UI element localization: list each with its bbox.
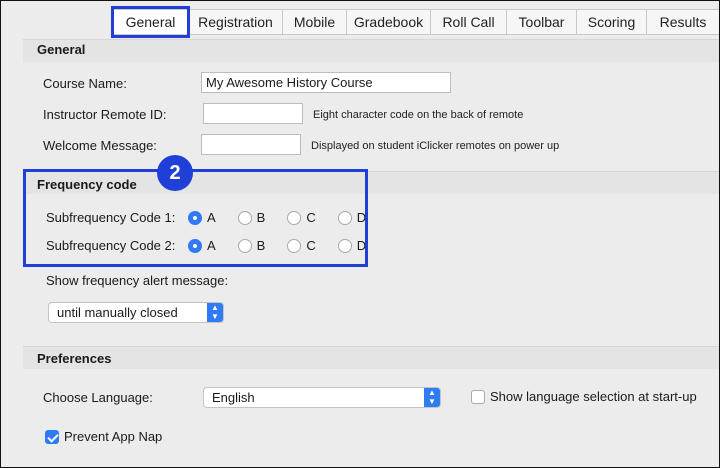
instructor-remote-id-label: Instructor Remote ID: <box>43 107 167 122</box>
checkbox-icon[interactable] <box>471 389 485 404</box>
code1-option-a[interactable]: A <box>188 210 216 225</box>
tab-roll-call[interactable]: Roll Call <box>431 10 507 34</box>
tab-toolbar[interactable]: Toolbar <box>507 10 577 34</box>
step-badge: 2 <box>157 155 193 191</box>
language-select[interactable]: English ▲ ▼ <box>203 387 441 408</box>
code1-option-b[interactable]: B <box>237 210 265 225</box>
tab-gradebook[interactable]: Gradebook <box>347 10 431 34</box>
prevent-app-nap-row[interactable]: Prevent App Nap <box>45 429 162 444</box>
welcome-message-field[interactable] <box>201 134 301 155</box>
welcome-message-hint: Displayed on student iClicker remotes on… <box>311 140 560 152</box>
code1-option-d[interactable]: D <box>337 210 366 225</box>
course-name-label: Course Name: <box>43 76 127 91</box>
radio-icon[interactable] <box>188 238 202 253</box>
tab-general[interactable]: General <box>111 6 190 38</box>
radio-icon[interactable] <box>287 210 302 225</box>
subfrequency-code-2-label: Subfrequency Code 2: <box>46 238 176 253</box>
choose-language-label: Choose Language: <box>43 390 153 405</box>
radio-icon[interactable] <box>337 210 352 225</box>
course-name-field[interactable]: My Awesome History Course <box>201 72 451 93</box>
radio-icon[interactable] <box>287 238 302 253</box>
language-value: English <box>212 390 255 405</box>
prevent-app-nap-label: Prevent App Nap <box>64 429 163 444</box>
show-language-row[interactable]: Show language selection at start-up <box>471 389 697 404</box>
subfrequency-code-1-label: Subfrequency Code 1: <box>46 210 176 225</box>
tab-results[interactable]: Results <box>647 10 719 34</box>
tab-bar: General Registration Mobile Gradebook Ro… <box>111 6 719 38</box>
welcome-message-label: Welcome Message: <box>43 138 157 153</box>
radio-icon[interactable] <box>188 210 202 225</box>
tab-mobile[interactable]: Mobile <box>283 10 347 34</box>
subfrequency-code-1-row: Subfrequency Code 1: A B C D <box>46 210 388 225</box>
checkbox-checked-icon[interactable] <box>45 429 59 444</box>
radio-icon[interactable] <box>237 210 252 225</box>
show-language-label: Show language selection at start-up <box>490 389 697 404</box>
code2-option-d[interactable]: D <box>337 238 366 253</box>
frequency-alert-select[interactable]: until manually closed ▲ ▼ <box>48 302 224 323</box>
code1-option-c[interactable]: C <box>287 210 316 225</box>
chevron-updown-icon: ▲ ▼ <box>424 388 440 407</box>
preferences-window: General Registration Mobile Gradebook Ro… <box>0 0 720 468</box>
preferences-section-title: Preferences <box>37 351 112 366</box>
preferences-header-band <box>23 346 719 369</box>
frequency-alert-value: until manually closed <box>57 305 178 320</box>
subfrequency-code-2-row: Subfrequency Code 2: A B C D <box>46 238 388 253</box>
code2-option-a[interactable]: A <box>188 238 216 253</box>
general-header-band <box>23 39 719 62</box>
tab-registration[interactable]: Registration <box>189 10 283 34</box>
chevron-updown-icon: ▲ ▼ <box>207 303 223 322</box>
general-section-title: General <box>37 42 86 57</box>
radio-icon[interactable] <box>337 238 352 253</box>
instructor-remote-id-field[interactable] <box>203 103 303 124</box>
remote-id-hint: Eight character code on the back of remo… <box>313 109 524 121</box>
tab-scoring[interactable]: Scoring <box>577 10 647 34</box>
code2-option-c[interactable]: C <box>287 238 316 253</box>
frequency-alert-label: Show frequency alert message: <box>46 273 229 288</box>
code2-option-b[interactable]: B <box>237 238 265 253</box>
frequency-section-title: Frequency code <box>37 177 137 192</box>
radio-icon[interactable] <box>237 238 252 253</box>
